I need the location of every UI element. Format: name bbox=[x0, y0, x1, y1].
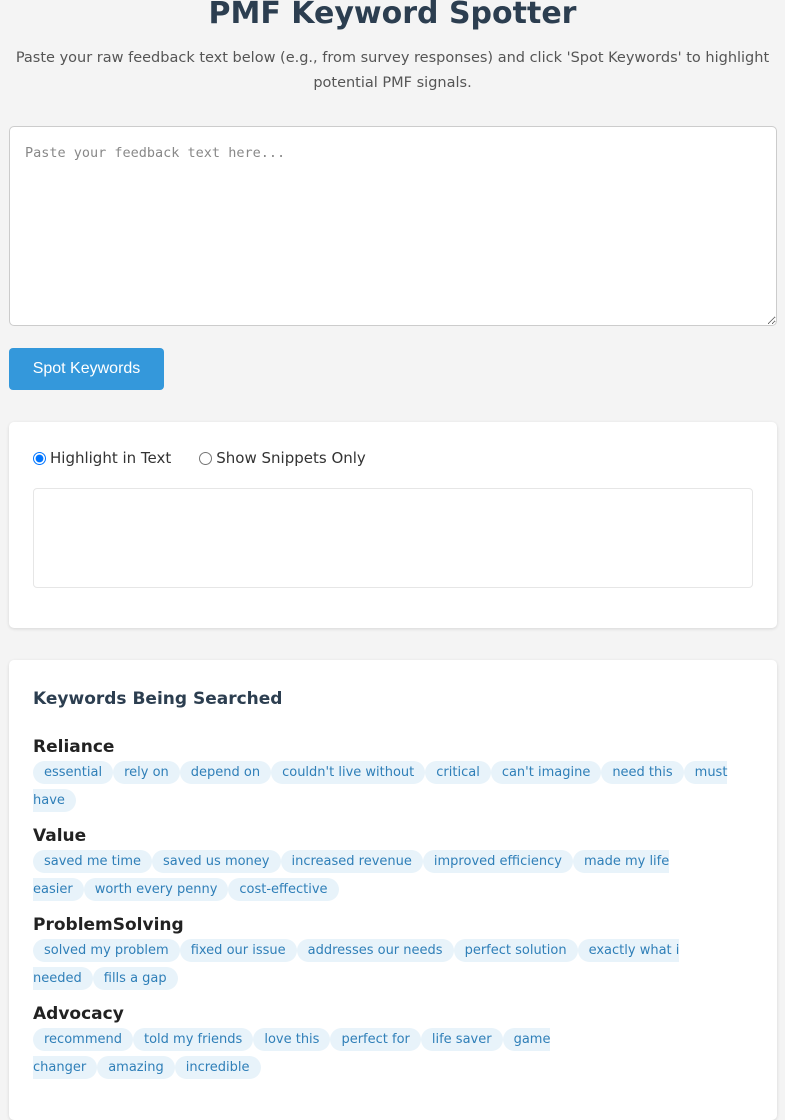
category-title: Reliance bbox=[33, 737, 115, 757]
category-reliance: Reliance essential rely on depend on couldn… bbox=[33, 737, 733, 813]
keyword-tag: saved me time bbox=[33, 850, 152, 873]
page-title: PMF Keyword Spotter bbox=[208, 0, 577, 31]
keywords-heading: Keywords Being Searched bbox=[33, 689, 283, 709]
keyword-tag: cost-effective bbox=[228, 877, 339, 901]
category-advocacy: Advocacy recommend told my friends love th… bbox=[33, 1004, 733, 1080]
category-value: Value saved me time saved us money increas… bbox=[33, 826, 733, 902]
keyword-tag: increased revenue bbox=[280, 850, 423, 873]
snippets-radio[interactable] bbox=[199, 451, 213, 465]
view-mode-selector: Highlight in Text Show Snippets Only bbox=[33, 449, 394, 467]
mode-highlight-option[interactable]: Highlight in Text bbox=[33, 449, 171, 467]
keyword-tag: addresses our needs bbox=[296, 939, 454, 962]
keyword-tag: love this bbox=[253, 1028, 331, 1051]
keyword-tags: solved my problem fixed our issue addresse… bbox=[33, 936, 733, 991]
feedback-input[interactable] bbox=[9, 126, 777, 326]
keyword-tag: essential bbox=[33, 761, 114, 784]
keyword-tags: saved me time saved us money increased rev… bbox=[33, 847, 733, 902]
keyword-tag: incredible bbox=[174, 1055, 261, 1079]
keyword-tag: perfect solution bbox=[453, 939, 578, 962]
keyword-tag: improved efficiency bbox=[422, 850, 573, 873]
keyword-tag: solved my problem bbox=[33, 939, 180, 962]
category-problem-solving: ProblemSolving solved my problem fixed ou… bbox=[33, 915, 733, 991]
keyword-tag: perfect for bbox=[330, 1028, 421, 1051]
mode-snippets-option[interactable]: Show Snippets Only bbox=[199, 449, 366, 467]
keyword-tag: recommend bbox=[33, 1028, 133, 1051]
keyword-tag: amazing bbox=[97, 1055, 175, 1079]
keyword-tag: depend on bbox=[179, 761, 272, 784]
keyword-tag: saved us money bbox=[151, 850, 281, 873]
results-output bbox=[33, 488, 753, 588]
keyword-tags: recommend told my friends love this perfect… bbox=[33, 1025, 733, 1080]
keyword-tag: critical bbox=[425, 761, 491, 784]
page-subtitle: Paste your raw feedback text below (e.g.… bbox=[15, 50, 770, 91]
keyword-tag: fixed our issue bbox=[179, 939, 297, 962]
snippets-label: Show Snippets Only bbox=[216, 449, 366, 467]
spot-keywords-button[interactable]: Spot Keywords bbox=[9, 348, 164, 390]
keyword-tag: rely on bbox=[113, 761, 180, 784]
highlight-label: Highlight in Text bbox=[50, 449, 172, 467]
keyword-tags: essential rely on depend on couldn't live w… bbox=[33, 758, 733, 813]
keyword-tag: couldn't live without bbox=[271, 761, 426, 784]
highlight-radio[interactable] bbox=[33, 451, 46, 465]
category-title: Advocacy bbox=[33, 1004, 124, 1024]
keyword-tag: told my friends bbox=[132, 1028, 254, 1051]
keyword-tag: need this bbox=[601, 761, 684, 784]
keyword-tag: life saver bbox=[420, 1028, 503, 1051]
keyword-tag: fills a gap bbox=[92, 966, 178, 990]
keywords-panel: Keywords Being Searched Reliance essenti… bbox=[9, 660, 777, 1120]
results-panel: Highlight in Text Show Snippets Only bbox=[9, 422, 777, 628]
keyword-tag: worth every penny bbox=[83, 877, 229, 901]
keyword-tag: can't imagine bbox=[490, 761, 602, 784]
category-title: ProblemSolving bbox=[33, 915, 184, 935]
category-title: Value bbox=[33, 826, 87, 846]
